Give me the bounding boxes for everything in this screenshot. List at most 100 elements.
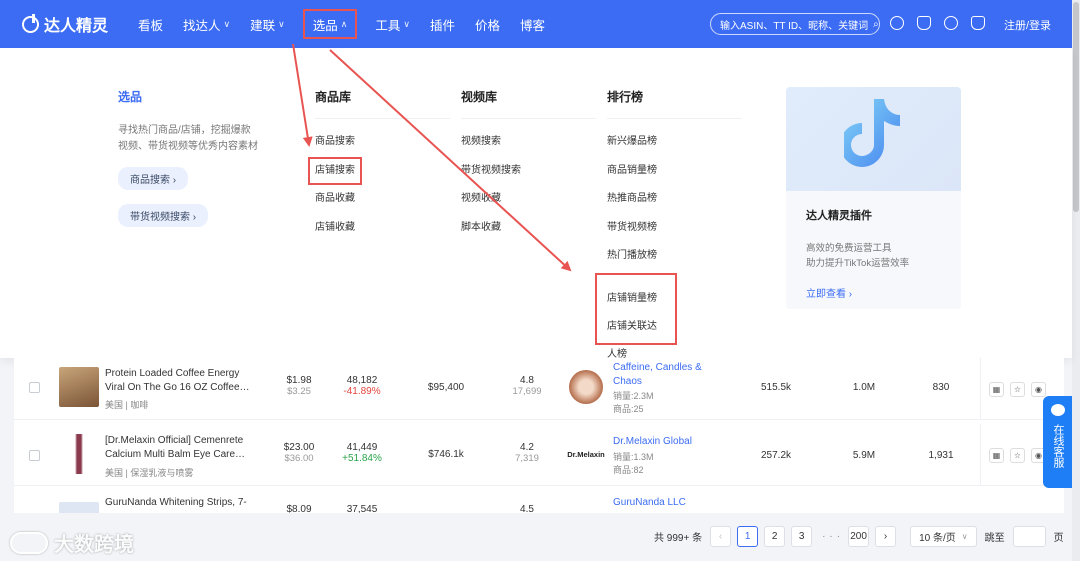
product-name[interactable]: Protein Loaded Coffee Energy Viral On Th… (105, 367, 253, 395)
globe-icon[interactable] (890, 16, 904, 30)
card-description: 高效的免费运营工具 助力提升TikTok运营效率 (806, 241, 961, 271)
search-input[interactable]: 输入ASIN、TT ID、昵称、关键词 ⌕ (710, 13, 880, 35)
nav-label: 工具 (375, 18, 401, 33)
menu-item-video-search[interactable]: 视频搜索 (461, 128, 596, 157)
product-name[interactable]: [Dr.Melaxin Official] Cemenrete Calcium … (105, 434, 253, 462)
online-support-button[interactable]: 在线客服 (1043, 396, 1072, 488)
page-last[interactable]: 200 (848, 526, 870, 547)
nav-label: 博客 (520, 18, 546, 33)
shop-name[interactable]: GuruNanda LLC (613, 496, 713, 510)
menu-item-script-favorites[interactable]: 脚本收藏 (461, 214, 596, 243)
nav-find-influencer[interactable]: 找达人 ∨ (183, 10, 230, 38)
shop-logo[interactable] (569, 370, 603, 404)
menu-item-product-sales-rank[interactable]: 商品销量榜 (607, 157, 742, 186)
product-category: 美国 | 咖啡 (105, 400, 149, 410)
row-checkbox[interactable] (29, 382, 40, 393)
menu-item-hot-promoted[interactable]: 热推商品榜 (607, 185, 742, 214)
star-icon[interactable]: ☆ (1010, 447, 1025, 463)
metric-2: 1.0M (852, 382, 876, 393)
page-size-value: 10 条/页 (919, 533, 956, 544)
product-thumbnail[interactable] (59, 434, 99, 474)
bell-icon[interactable] (971, 16, 985, 30)
menu-item-commerce-video-rank[interactable]: 带货视频榜 (607, 214, 742, 243)
chevron-down-icon: ∨ (961, 532, 968, 541)
shop-items: 商品:82 (613, 465, 644, 475)
calculator-icon[interactable]: ▦ (989, 381, 1004, 397)
next-page-button[interactable]: › (875, 526, 897, 547)
watermark: 大数跨境 (10, 528, 134, 557)
nav-product-selection[interactable]: 选品 ∧ (302, 9, 358, 39)
headset-icon[interactable] (917, 16, 931, 30)
page-1[interactable]: 1 (737, 526, 759, 547)
product-name[interactable]: GuruNanda Whitening Strips, 7- (105, 496, 253, 510)
lightbulb-icon[interactable] (944, 16, 958, 30)
menu-item-shop-search[interactable]: 店铺搜索 (308, 156, 362, 185)
column-divider (607, 118, 742, 119)
table-row[interactable]: GuruNanda Whitening Strips, 7- $8.09 37,… (14, 490, 1064, 513)
menu-item-emerging-products[interactable]: 新兴爆品榜 (607, 128, 742, 157)
product-category: 美国 | 保湿乳液与喷雾 (105, 468, 194, 478)
menu-item-commerce-video-search[interactable]: 带货视频搜索 (461, 157, 596, 186)
chevron-down-icon: ∨ (223, 18, 231, 29)
sales: 41,449 (346, 442, 378, 453)
menu-item-shop-sales-rank[interactable]: 店铺销量榜 (607, 285, 665, 313)
scrollbar-thumb[interactable] (1073, 2, 1079, 212)
star-icon[interactable]: ☆ (1010, 381, 1025, 397)
table-row[interactable]: Protein Loaded Coffee Energy Viral On Th… (14, 358, 1064, 420)
shop-sales: 销量:1.3M (613, 452, 654, 462)
menu-item-shop-influencer-rank[interactable]: 店铺关联达人榜 (607, 313, 665, 360)
scrollbar[interactable] (1072, 0, 1080, 561)
calculator-icon[interactable]: ▦ (989, 447, 1004, 463)
menu-item-shop-favorites[interactable]: 店铺收藏 (315, 214, 450, 243)
prev-page-button[interactable]: ‹ (710, 526, 732, 547)
price: $23.00 (283, 442, 315, 453)
nav-pricing[interactable]: 价格 (475, 10, 500, 38)
shop-logo[interactable]: Dr.Melaxin (566, 450, 606, 459)
search-icon[interactable]: ⌕ (873, 19, 879, 30)
product-search-button[interactable]: 商品搜索 › (118, 167, 189, 190)
gmv: $95,400 (427, 382, 465, 393)
login-link[interactable]: 注册/登录 (1004, 17, 1051, 33)
shop-name[interactable]: Dr.Melaxin Global (613, 435, 713, 449)
product-thumbnail[interactable] (59, 367, 99, 407)
menu-item-product-search[interactable]: 商品搜索 (315, 128, 450, 157)
row-checkbox[interactable] (29, 450, 40, 461)
ellipsis[interactable]: ··· (822, 531, 844, 542)
page-2[interactable]: 2 (764, 526, 786, 547)
product-thumbnail[interactable] (59, 502, 99, 513)
page-size-select[interactable]: 10 条/页 ∨ (910, 526, 977, 547)
top-navbar: 达人精灵 看板 找达人 ∨ 建联 ∨ 选品 ∧ 工具 ∨ 插件 价格 博客 输入ASIN… (0, 0, 1080, 48)
nav-outreach[interactable]: 建联 ∨ (250, 10, 285, 38)
menu-item-video-favorites[interactable]: 视频收藏 (461, 185, 596, 214)
video-search-button[interactable]: 带货视频搜索 › (118, 204, 209, 227)
table-row[interactable]: [Dr.Melaxin Official] Cemenrete Calcium … (14, 424, 1064, 486)
sales-cell: 48,182 -41.89% (332, 375, 392, 397)
row-actions: ▦ ☆ ◉ (980, 424, 1052, 486)
menu-item-product-favorites[interactable]: 商品收藏 (315, 185, 450, 214)
view-now-link[interactable]: 立即查看 › (806, 285, 961, 300)
nav-blog[interactable]: 博客 (520, 10, 545, 38)
nav-kanban[interactable]: 看板 (138, 10, 163, 38)
shop-stats: 销量:2.3M 商品:25 (613, 390, 654, 416)
menu-column-rankings: 排行榜 新兴爆品榜 商品销量榜 热推商品榜 带货视频榜 热门播放榜 店铺销量榜 … (595, 88, 742, 360)
tiktok-icon (844, 99, 900, 167)
eye-icon[interactable]: ◉ (1031, 381, 1046, 397)
price-cell: $1.98 $3.25 (269, 375, 329, 397)
plugin-promo-card[interactable]: 达人精灵插件 高效的免费运营工具 助力提升TikTok运营效率 立即查看 › (786, 87, 961, 309)
nav-label: 价格 (474, 18, 500, 33)
tiktok-logo-image (786, 87, 961, 191)
total-count: 共 999+ 条 (654, 533, 703, 544)
main-nav: 看板 找达人 ∨ 建联 ∨ 选品 ∧ 工具 ∨ 插件 价格 博客 (128, 9, 555, 39)
menu-column-products: 商品库 商品搜索 店铺搜索 商品收藏 店铺收藏 (308, 88, 450, 243)
menu-item-hot-play-rank[interactable]: 热门播放榜 (607, 242, 742, 271)
product-table: Protein Loaded Coffee Energy Viral On Th… (14, 358, 1064, 513)
watermark-logo-icon (10, 531, 48, 554)
nav-plugin[interactable]: 插件 (430, 10, 455, 38)
chat-bubble-icon (1050, 404, 1065, 416)
shop-name[interactable]: Caffeine, Candles & Chaos (613, 361, 713, 389)
nav-tools[interactable]: 工具 ∨ (375, 10, 410, 38)
page-3[interactable]: 3 (791, 526, 813, 547)
logo[interactable]: 达人精灵 (22, 12, 108, 36)
goto-page-input[interactable] (1012, 526, 1046, 547)
column-title: 商品库 (315, 90, 352, 104)
